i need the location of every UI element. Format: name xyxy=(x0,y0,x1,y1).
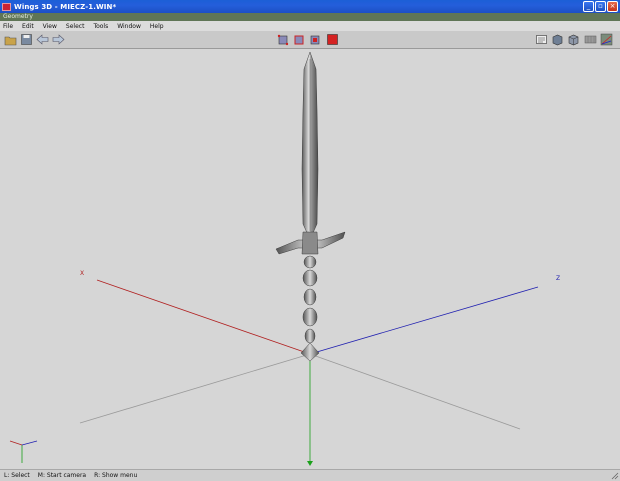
app-icon xyxy=(2,2,11,11)
menu-view[interactable]: View xyxy=(43,23,57,30)
wireframe-icon[interactable] xyxy=(535,33,548,46)
perspective-icon[interactable] xyxy=(567,33,580,46)
grip-segment xyxy=(303,255,317,269)
body-mode-icon[interactable] xyxy=(326,33,339,46)
grid-icon[interactable] xyxy=(584,33,597,46)
geometry-window-title: Geometry xyxy=(0,13,620,21)
scene-canvas[interactable]: X Z xyxy=(0,49,620,469)
grid-line-negative-x xyxy=(309,353,521,430)
undo-icon[interactable] xyxy=(36,33,49,46)
edge-mode-icon[interactable] xyxy=(293,33,306,46)
window-title: Wings 3D - MIECZ-1.WIN* xyxy=(14,2,117,11)
z-axis-label: Z xyxy=(556,275,560,282)
orientation-gizmo xyxy=(9,440,38,463)
toolbar xyxy=(0,31,620,49)
x-axis-label: X xyxy=(80,270,84,277)
grid-line-negative-z xyxy=(79,353,311,424)
window-controls: _ ▫ × xyxy=(583,1,618,12)
grip-segment xyxy=(303,288,317,306)
grip-segment xyxy=(302,269,318,287)
menu-bar: File Edit View Select Tools Window Help xyxy=(0,21,620,31)
status-bar: L: Select M: Start camera R: Show menu xyxy=(0,469,620,481)
y-axis-arrow xyxy=(307,461,313,466)
title-bar: Wings 3D - MIECZ-1.WIN* _ ▫ × xyxy=(0,0,620,13)
axes-icon[interactable] xyxy=(600,33,613,46)
grip-segment xyxy=(304,328,316,344)
smooth-shade-icon[interactable] xyxy=(551,33,564,46)
redo-icon[interactable] xyxy=(52,33,65,46)
grip-segment xyxy=(302,307,318,327)
guard-center xyxy=(301,231,319,255)
menu-file[interactable]: File xyxy=(3,23,13,30)
sword-model xyxy=(275,51,346,362)
maximize-button[interactable]: ▫ xyxy=(595,1,606,12)
geometry-viewport[interactable]: X Z xyxy=(0,49,620,469)
vertex-mode-icon[interactable] xyxy=(277,33,290,46)
resize-grip-icon[interactable] xyxy=(611,472,619,480)
menu-tools[interactable]: Tools xyxy=(93,23,108,30)
save-icon[interactable] xyxy=(20,33,33,46)
x-axis-line xyxy=(96,279,311,355)
close-button[interactable]: × xyxy=(607,1,618,12)
minimize-button[interactable]: _ xyxy=(583,1,594,12)
pommel xyxy=(300,342,320,362)
menu-window[interactable]: Window xyxy=(117,23,141,30)
open-icon[interactable] xyxy=(4,33,17,46)
menu-select[interactable]: Select xyxy=(66,23,85,30)
face-mode-icon[interactable] xyxy=(309,33,322,46)
status-right-hint: R: Show menu xyxy=(94,472,138,479)
status-middle-hint: M: Start camera xyxy=(37,472,87,479)
menu-help[interactable]: Help xyxy=(150,23,164,30)
z-axis-line xyxy=(309,286,539,355)
menu-edit[interactable]: Edit xyxy=(22,23,34,30)
status-left-hint: L: Select xyxy=(4,472,30,479)
